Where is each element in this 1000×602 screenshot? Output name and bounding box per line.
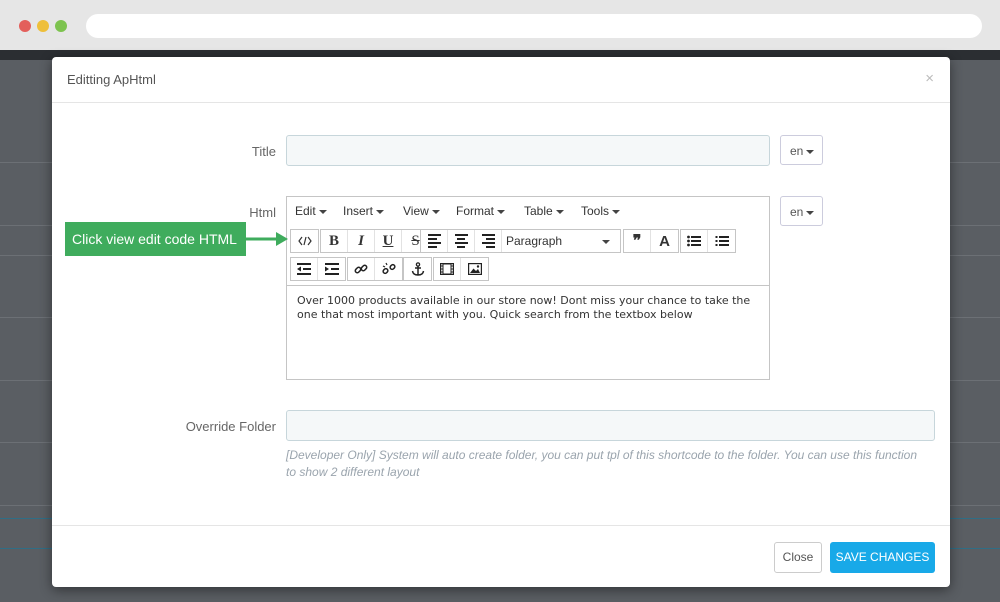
chevron-down-icon (376, 209, 385, 214)
html-label: Html (249, 205, 276, 220)
annotation-callout: Click view edit code HTML (65, 222, 246, 256)
window-close-dot[interactable] (19, 20, 31, 32)
underline-button[interactable]: U (375, 230, 402, 252)
modal-header: Editting ApHtml × (52, 57, 950, 103)
align-right-button[interactable] (475, 230, 502, 252)
close-icon[interactable]: × (925, 70, 934, 87)
image-icon (467, 263, 482, 275)
html-language-select[interactable]: en (780, 196, 823, 226)
italic-button[interactable]: I (348, 230, 375, 252)
align-right-icon (481, 234, 495, 248)
numbered-list-button[interactable] (708, 230, 735, 252)
override-folder-label: Override Folder (185, 419, 276, 434)
editor-menubar: Edit Insert View Format Table Tools (287, 197, 769, 225)
modal-footer: Close SAVE CHANGES (52, 525, 950, 587)
window-maximize-dot[interactable] (55, 20, 67, 32)
block-format-select[interactable]: Paragraph (502, 230, 620, 252)
text-color-button[interactable]: A (651, 230, 678, 252)
edit-modal: Editting ApHtml × Title en Html Edit Ins… (52, 57, 950, 587)
menu-edit[interactable]: Edit (295, 204, 327, 218)
menu-insert[interactable]: Insert (343, 204, 385, 218)
blockquote-button[interactable]: ❞ (624, 230, 651, 252)
outdent-button[interactable] (291, 258, 318, 280)
code-icon (297, 236, 312, 246)
override-folder-help: [Developer Only] System will auto create… (286, 448, 918, 479)
remove-link-button[interactable] (375, 258, 402, 280)
insert-link-button[interactable] (348, 258, 375, 280)
chevron-down-icon (318, 209, 327, 214)
chevron-down-icon (806, 210, 815, 215)
editor-toolbar-row-2 (287, 255, 769, 283)
editor-toolbar-row-1: B I U S Paragraph ❞ A (287, 227, 769, 255)
menu-table[interactable]: Table (524, 204, 564, 218)
insert-anchor-button[interactable] (404, 258, 431, 280)
chevron-down-icon (602, 240, 610, 244)
outdent-icon (297, 263, 311, 275)
bold-button[interactable]: B (321, 230, 348, 252)
chevron-down-icon (806, 149, 815, 154)
chevron-down-icon (497, 209, 506, 214)
menu-view[interactable]: View (403, 204, 440, 218)
bold-icon: B (328, 232, 339, 249)
html-editor: Edit Insert View Format Table Tools B I … (286, 196, 770, 380)
link-icon (354, 264, 368, 274)
modal-title: Editting ApHtml (67, 72, 156, 87)
text-color-icon: A (659, 232, 670, 250)
title-label: Title (251, 144, 276, 159)
override-folder-input[interactable] (286, 410, 935, 441)
source-code-button[interactable] (291, 230, 318, 252)
chevron-down-icon (555, 209, 564, 214)
align-left-button[interactable] (421, 230, 448, 252)
save-changes-button[interactable]: SAVE CHANGES (830, 542, 935, 573)
address-bar[interactable] (86, 14, 982, 38)
strikethrough-icon: S (411, 232, 420, 249)
align-center-icon (454, 234, 468, 248)
unlink-icon (381, 262, 396, 275)
menu-format[interactable]: Format (456, 204, 506, 218)
italic-icon: I (358, 232, 364, 249)
quote-icon: ❞ (632, 233, 642, 250)
menu-tools[interactable]: Tools (581, 204, 621, 218)
insert-image-button[interactable] (461, 258, 488, 280)
indent-icon (324, 263, 339, 275)
align-center-button[interactable] (448, 230, 475, 252)
close-button[interactable]: Close (774, 542, 822, 573)
align-left-icon (427, 234, 441, 248)
bullet-list-button[interactable] (681, 230, 708, 252)
window-minimize-dot[interactable] (37, 20, 49, 32)
title-input[interactable] (286, 135, 770, 166)
indent-button[interactable] (318, 258, 345, 280)
annotation-arrow-icon (246, 232, 288, 246)
chevron-down-icon (431, 209, 440, 214)
underline-icon: U (382, 232, 394, 249)
chevron-down-icon (612, 209, 621, 214)
bullet-list-icon (687, 235, 701, 247)
anchor-icon (411, 262, 424, 276)
video-icon (440, 263, 454, 275)
numbered-list-icon (715, 236, 729, 246)
insert-video-button[interactable] (434, 258, 461, 280)
browser-chrome (0, 0, 1000, 50)
title-language-select[interactable]: en (780, 135, 823, 165)
editor-content-area[interactable]: Over 1000 products available in our stor… (287, 285, 769, 379)
